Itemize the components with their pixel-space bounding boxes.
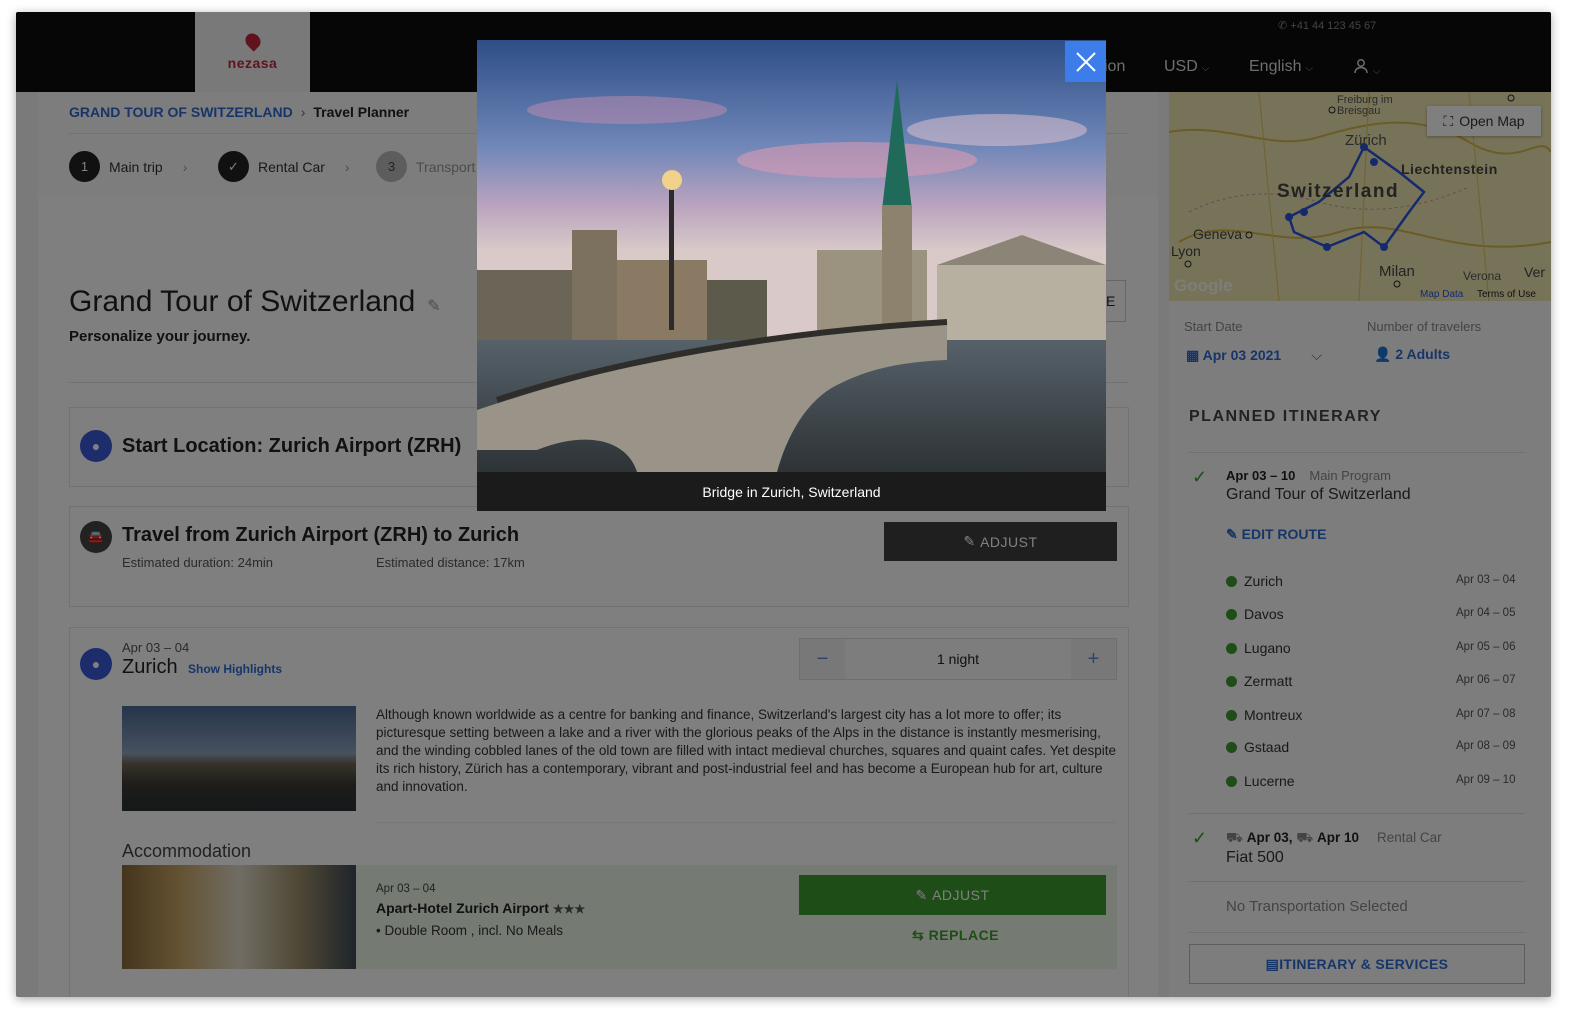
close-icon xyxy=(1075,51,1096,72)
zurich-bridge-photo xyxy=(477,40,1106,472)
image-lightbox: Bridge in Zurich, Switzerland xyxy=(477,40,1106,511)
lightbox-photo xyxy=(477,40,1106,472)
browser-frame: nezasa ✆ +41 44 123 45 67 ion USD⌵ Engli… xyxy=(16,12,1551,997)
close-lightbox-button[interactable] xyxy=(1065,41,1106,82)
lightbox-caption: Bridge in Zurich, Switzerland xyxy=(477,472,1106,511)
